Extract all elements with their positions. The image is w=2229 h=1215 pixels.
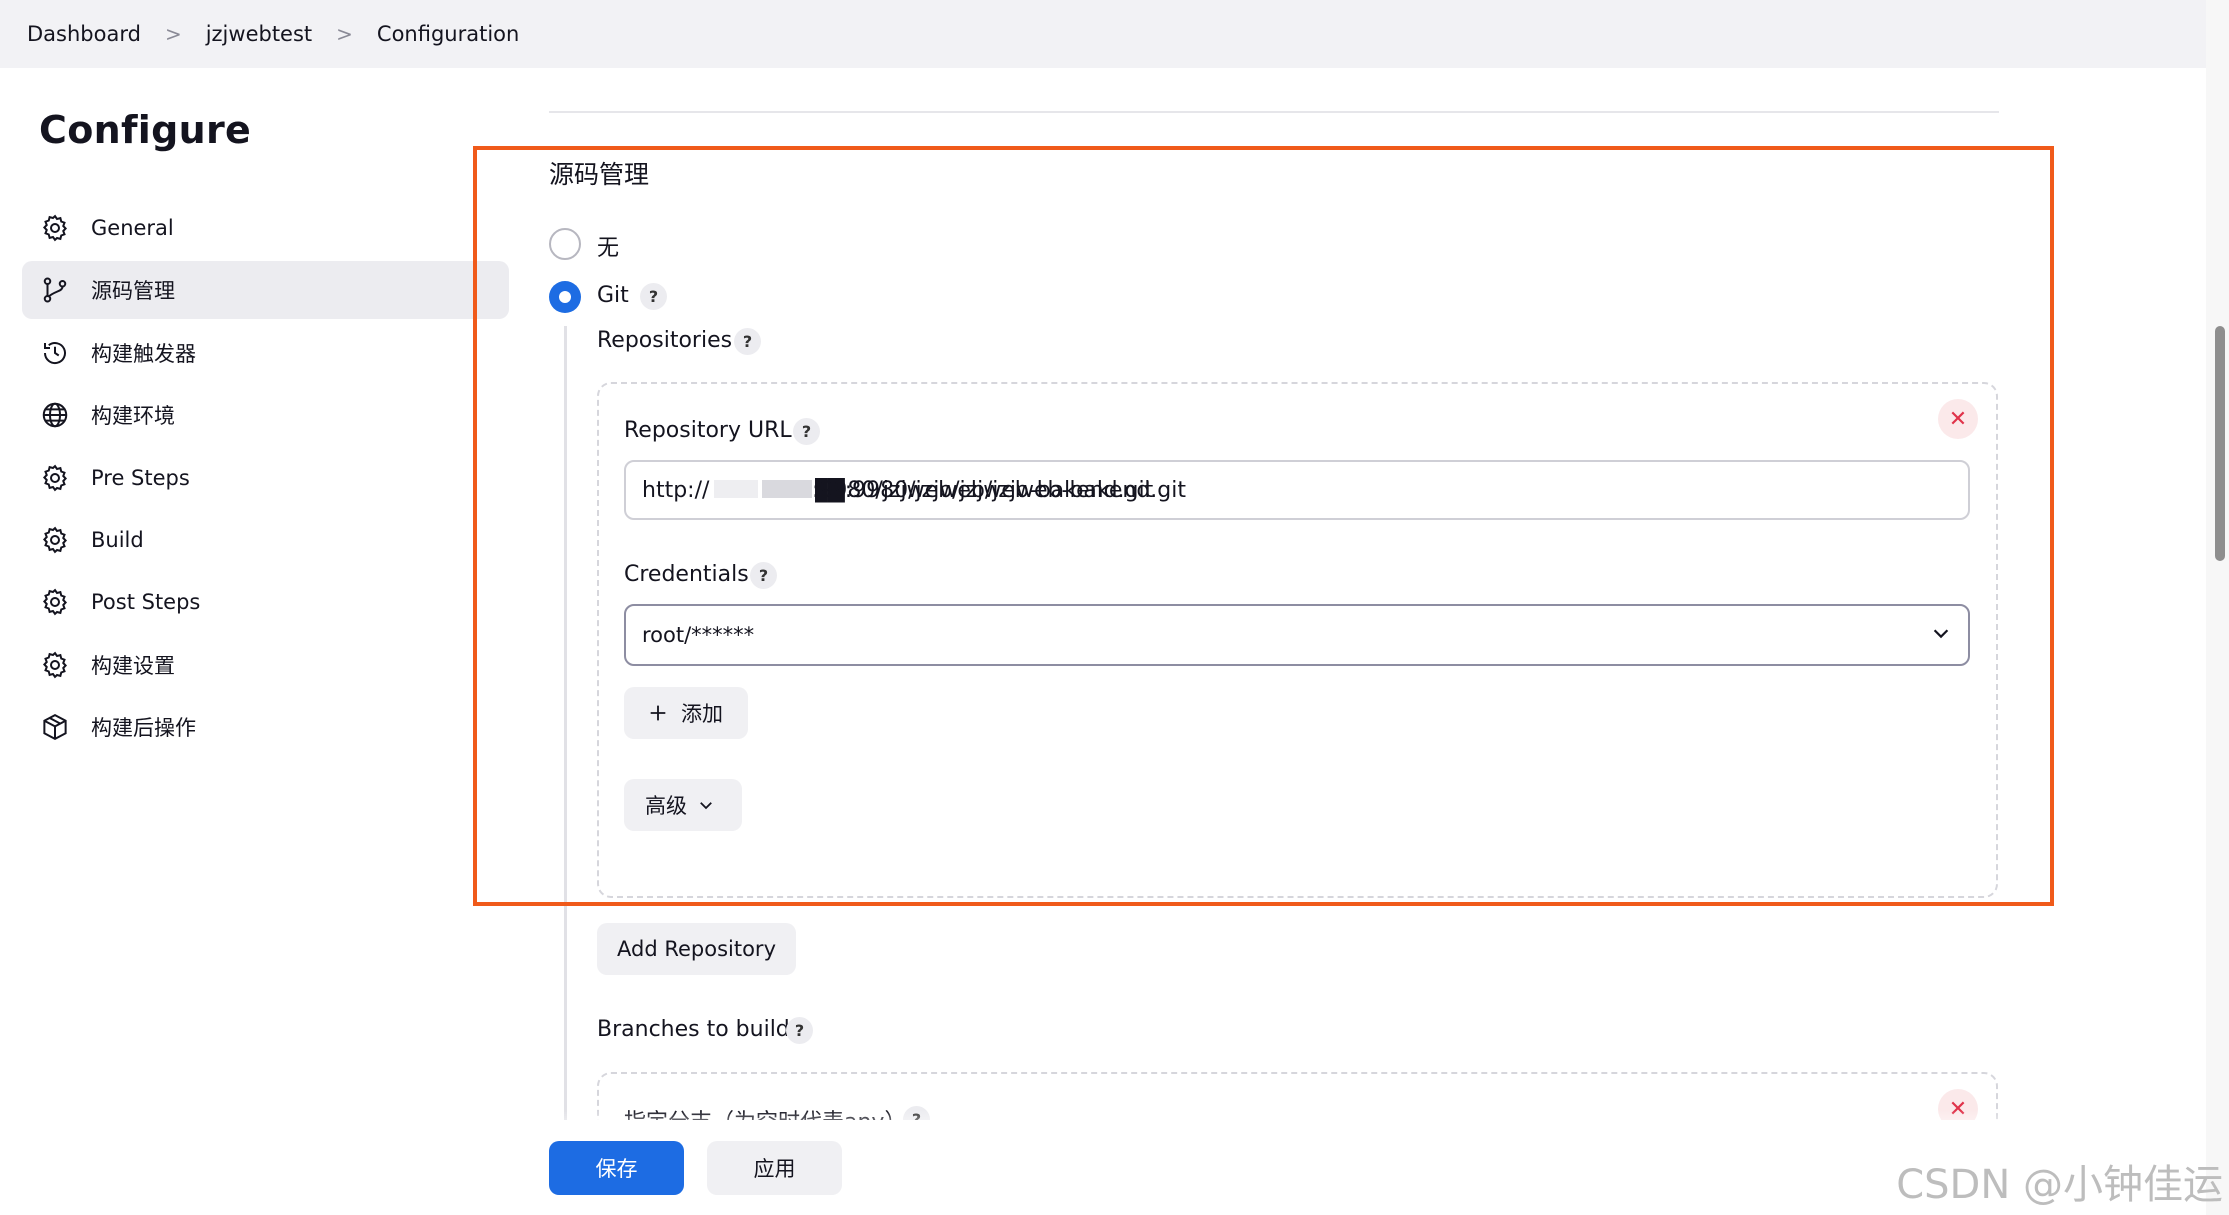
apply-button[interactable]: 应用 xyxy=(707,1141,842,1195)
sidebar-item-general[interactable]: General xyxy=(22,199,509,257)
sidebar-item-label: Post Steps xyxy=(91,590,201,614)
breadcrumb-dashboard[interactable]: Dashboard xyxy=(27,22,141,46)
gear-icon xyxy=(38,461,72,495)
sidebar-item-label: Build xyxy=(91,528,144,552)
scrollbar-thumb[interactable] xyxy=(2215,326,2225,561)
save-button[interactable]: 保存 xyxy=(549,1141,684,1195)
sidebar-item-label: General xyxy=(91,216,174,240)
gear-icon xyxy=(38,211,72,245)
sidebar-item-build-settings[interactable]: 构建设置 xyxy=(22,636,509,694)
sidebar-item-build[interactable]: Build xyxy=(22,511,509,569)
sidebar-item-build-env[interactable]: 构建环境 xyxy=(22,386,509,444)
sidebar-item-scm[interactable]: 源码管理 xyxy=(22,261,509,319)
sidebar-item-label: 构建后操作 xyxy=(91,716,196,740)
clock-icon xyxy=(38,336,72,370)
breadcrumb: Dashboard > jzjwebtest > Configuration xyxy=(27,22,519,46)
globe-icon xyxy=(38,398,72,432)
page-title: Configure xyxy=(39,108,252,152)
git-branch-icon xyxy=(38,273,72,307)
sidebar-item-label: Pre Steps xyxy=(91,466,190,490)
highlight-annotation xyxy=(473,146,2054,906)
breadcrumb-separator: > xyxy=(164,22,182,46)
gear-icon xyxy=(38,648,72,682)
sidebar-item-build-triggers[interactable]: 构建触发器 xyxy=(22,324,509,382)
section-divider xyxy=(549,111,1999,113)
package-icon xyxy=(38,710,72,744)
add-repository-button[interactable]: Add Repository xyxy=(597,923,796,975)
sidebar-item-post-steps[interactable]: Post Steps xyxy=(22,573,509,631)
gear-icon xyxy=(38,523,72,557)
sidebar-item-label: 构建触发器 xyxy=(91,342,196,366)
branches-label: Branches to build xyxy=(597,1017,790,1042)
sidebar-item-label: 源码管理 xyxy=(91,279,175,303)
help-icon[interactable]: ? xyxy=(786,1017,813,1044)
breadcrumb-bar: Dashboard > jzjwebtest > Configuration xyxy=(0,0,2206,68)
breadcrumb-job[interactable]: jzjwebtest xyxy=(206,22,312,46)
scrollbar-track[interactable] xyxy=(2206,0,2229,1215)
breadcrumb-configuration[interactable]: Configuration xyxy=(377,22,519,46)
watermark: CSDN @小钟佳运 xyxy=(1896,1162,2223,1208)
gear-icon xyxy=(38,585,72,619)
sidebar-item-label: 构建环境 xyxy=(91,404,175,428)
sidebar-item-pre-steps[interactable]: Pre Steps xyxy=(22,449,509,507)
breadcrumb-separator: > xyxy=(336,22,353,46)
sidebar-item-post-build[interactable]: 构建后操作 xyxy=(22,698,509,756)
sidebar-item-label: 构建设置 xyxy=(91,654,175,678)
add-repository-label: Add Repository xyxy=(617,937,776,961)
